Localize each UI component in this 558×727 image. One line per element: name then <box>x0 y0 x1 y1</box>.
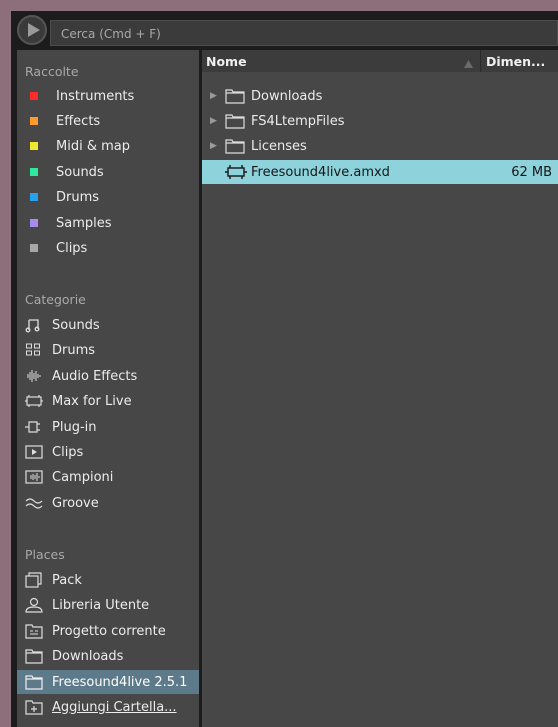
place-freesound4live[interactable]: Freesound4live 2.5.1 <box>17 670 199 694</box>
add-folder-icon <box>25 699 45 715</box>
category-drums[interactable]: Drums <box>17 338 199 362</box>
category-audio-effects[interactable]: Audio Effects <box>17 364 199 388</box>
file-row[interactable]: ▶ Downloads <box>202 84 558 108</box>
max-device-icon <box>225 164 247 180</box>
collection-drums[interactable]: Drums <box>17 185 199 209</box>
color-swatch <box>30 193 38 201</box>
folder-icon <box>225 113 247 129</box>
file-name: Freesound4live.amxd <box>251 164 390 180</box>
color-swatch <box>30 168 38 176</box>
folder-icon <box>225 88 247 104</box>
size-column-header[interactable]: Dimen... <box>486 54 545 69</box>
folder-icon <box>25 674 45 690</box>
file-browser: Nome Dimen... ▶ Downloads ▶ FS4LtempFile… <box>202 50 558 727</box>
drum-pads-icon <box>25 342 45 358</box>
add-folder-link[interactable]: Aggiungi Cartella... <box>17 695 199 719</box>
color-swatch <box>30 92 38 100</box>
search-input[interactable]: Cerca (Cmd + F) <box>50 20 558 46</box>
column-divider[interactable] <box>480 50 481 72</box>
file-name: Licenses <box>251 138 307 154</box>
max-device-icon <box>25 393 45 409</box>
category-plug-in[interactable]: Plug-in <box>17 415 199 439</box>
file-size: 62 MB <box>511 164 552 180</box>
play-icon <box>27 23 40 37</box>
collection-samples[interactable]: Samples <box>17 211 199 235</box>
color-swatch <box>30 142 38 150</box>
category-clips[interactable]: Clips <box>17 440 199 464</box>
sample-icon <box>25 469 45 485</box>
sort-ascending-icon[interactable] <box>464 56 473 71</box>
color-swatch <box>30 117 38 125</box>
collection-midi-map[interactable]: Midi & map <box>17 134 199 158</box>
place-libreria-utente[interactable]: Libreria Utente <box>17 593 199 617</box>
folder-icon <box>25 648 45 664</box>
color-swatch <box>30 219 38 227</box>
expand-triangle-icon[interactable]: ▶ <box>210 141 220 151</box>
category-groove[interactable]: Groove <box>17 491 199 515</box>
collections-header: Raccolte <box>25 64 79 79</box>
clip-play-icon <box>25 444 45 460</box>
file-name: Downloads <box>251 88 323 104</box>
collection-instruments[interactable]: Instruments <box>17 84 199 108</box>
category-max-for-live[interactable]: Max for Live <box>17 389 199 413</box>
collection-clips[interactable]: Clips <box>17 236 199 260</box>
categories-header: Categorie <box>25 292 86 307</box>
project-folder-icon <box>25 623 45 639</box>
waveform-icon <box>25 368 45 384</box>
collection-sounds[interactable]: Sounds <box>17 160 199 184</box>
groove-icon <box>25 495 45 511</box>
sidebar: Raccolte Instruments Effects Midi & map … <box>17 50 199 727</box>
user-icon <box>25 597 45 613</box>
place-downloads[interactable]: Downloads <box>17 644 199 668</box>
folder-icon <box>225 138 247 154</box>
color-swatch <box>30 244 38 252</box>
place-pack[interactable]: Pack <box>17 568 199 592</box>
note-icon <box>25 317 45 333</box>
collection-effects[interactable]: Effects <box>17 109 199 133</box>
column-header: Nome Dimen... <box>202 50 558 72</box>
file-row[interactable]: ▶ FS4LtempFiles <box>202 109 558 133</box>
file-row-selected[interactable]: Freesound4live.amxd 62 MB <box>202 160 558 184</box>
plug-icon <box>25 419 45 435</box>
pack-icon <box>25 572 45 588</box>
expand-triangle-icon[interactable]: ▶ <box>210 91 220 101</box>
place-progetto-corrente[interactable]: Progetto corrente <box>17 619 199 643</box>
places-header: Places <box>25 547 65 562</box>
expand-triangle-icon[interactable]: ▶ <box>210 116 220 126</box>
name-column-header[interactable]: Nome <box>206 54 247 69</box>
preview-play-button[interactable] <box>17 15 47 45</box>
category-sounds[interactable]: Sounds <box>17 313 199 337</box>
category-campioni[interactable]: Campioni <box>17 465 199 489</box>
browser-window: Cerca (Cmd + F) Raccolte Instruments Eff… <box>11 11 558 727</box>
file-row[interactable]: ▶ Licenses <box>202 134 558 158</box>
file-name: FS4LtempFiles <box>251 113 345 129</box>
